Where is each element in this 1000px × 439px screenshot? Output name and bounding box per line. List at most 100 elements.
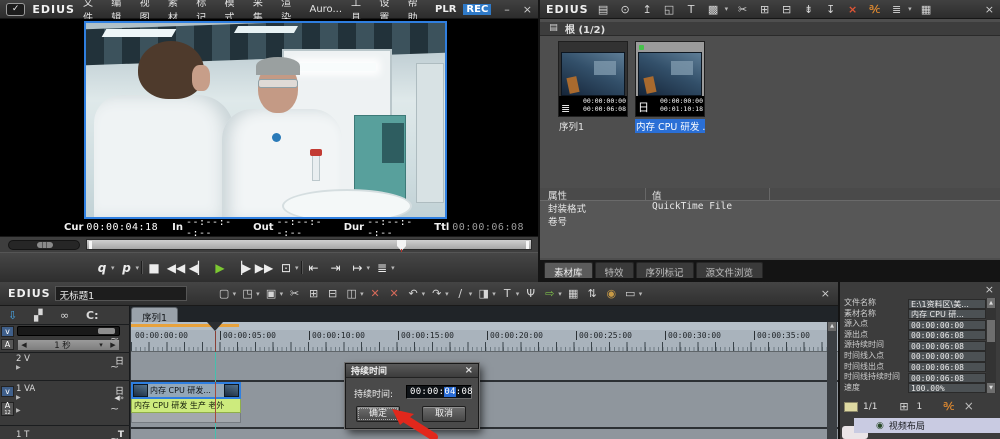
property-row[interactable]: 卷号: [540, 214, 1000, 227]
open-project-icon[interactable]: ◳: [240, 285, 255, 302]
chevron-down-icon[interactable]: ▾: [422, 290, 426, 298]
expand-handle-icon[interactable]: ~: [110, 402, 119, 415]
scroll-up-icon[interactable]: ▲: [987, 298, 995, 308]
chevron-down-icon[interactable]: ▾: [639, 290, 643, 298]
info-row[interactable]: 时间线入点00:00:00:00: [844, 351, 986, 362]
chevron-down-icon[interactable]: ▾: [136, 264, 140, 272]
copy-icon[interactable]: ⊞: [306, 285, 321, 302]
info-scrollbar[interactable]: ▲ ▼: [986, 298, 996, 393]
play-in-out-button[interactable]: ↦: [348, 257, 368, 279]
capture-icon[interactable]: ◱: [662, 1, 677, 18]
chevron-down-icon[interactable]: ▾: [95, 341, 107, 349]
chevron-down-icon[interactable]: ▾: [725, 5, 729, 13]
ripple-delete-icon[interactable]: ✕: [368, 285, 383, 302]
dialog-titlebar[interactable]: 持续时间 ×: [346, 364, 478, 378]
save-project-icon[interactable]: ▣: [264, 285, 279, 302]
paste-icon[interactable]: ⊟: [325, 285, 340, 302]
clip-audio-part[interactable]: 内存 CPU 研发 生产 老外: [131, 399, 241, 413]
play-button[interactable]: ▶: [210, 257, 230, 279]
scroll-down-icon[interactable]: ▼: [987, 383, 995, 393]
project-name-field[interactable]: 无标题1: [55, 286, 187, 301]
voice-over-icon[interactable]: Ψ: [523, 285, 538, 302]
track-2v-content[interactable]: [131, 352, 838, 380]
clear-icon[interactable]: ×: [961, 398, 976, 415]
delete-parts-icon[interactable]: ✕: [387, 285, 402, 302]
shuttle-slider[interactable]: [8, 240, 80, 250]
playhead-handle[interactable]: [207, 322, 223, 331]
paste-icon[interactable]: ⊟: [779, 1, 794, 18]
tab-effects[interactable]: 特效: [595, 262, 634, 278]
info-row[interactable]: 时间线持续时间00:00:06:08: [844, 372, 986, 383]
shuttle-thumb[interactable]: [37, 242, 53, 248]
ab-clips-icon[interactable]: ℀: [941, 398, 956, 415]
loop-mode-icon[interactable]: ∞: [60, 309, 69, 322]
set-in-flag-button[interactable]: q: [92, 257, 112, 279]
color-correction-icon[interactable]: ◉: [604, 285, 619, 302]
timeline-clip[interactable]: 内存 CPU 研发... 内存 CPU 研发 生产 老外: [131, 382, 241, 423]
info-row[interactable]: 源出点00:00:06:08: [844, 330, 986, 341]
bin-clip-sequence[interactable]: ≣ 00:00:00:00 00:00:06:08 序列1: [558, 41, 628, 133]
info-row[interactable]: 源持续时间00:00:06:08: [844, 340, 986, 351]
chevron-down-icon[interactable]: ▾: [391, 264, 395, 272]
palette-icon[interactable]: [844, 402, 858, 412]
expand-handle-icon[interactable]: ~: [110, 332, 119, 345]
ab-replace-icon[interactable]: ℀: [867, 1, 882, 18]
title-tool-icon[interactable]: T: [500, 285, 515, 302]
timeline-scale-spinner[interactable]: ◀ 1 秒 ▾ ▶: [17, 339, 120, 351]
delete-icon[interactable]: ×: [845, 1, 860, 18]
new-sequence-icon[interactable]: ▢: [217, 285, 232, 302]
chevron-down-icon[interactable]: ▾: [558, 290, 562, 298]
fast-forward-button[interactable]: ▶▶: [254, 257, 274, 279]
position-bar[interactable]: [86, 239, 532, 250]
clip-label[interactable]: 序列1: [558, 119, 628, 133]
dur-timecode[interactable]: --:--:--:--: [367, 217, 420, 237]
property-column-header[interactable]: 属性: [548, 188, 567, 202]
track-header-1t[interactable]: 1 T T: [16, 430, 104, 439]
undo-icon[interactable]: ↶: [406, 285, 421, 302]
info-close-button[interactable]: ×: [985, 283, 994, 296]
dialog-close-button[interactable]: ×: [465, 365, 473, 376]
ripple-mode-icon[interactable]: ▞: [34, 309, 42, 322]
clip-label-selected[interactable]: 内存 CPU 研发 ...: [635, 119, 705, 133]
scroll-up-icon[interactable]: ▲: [828, 322, 836, 331]
search-icon[interactable]: ⊙: [618, 1, 633, 18]
insert-overwrite-mode-icon[interactable]: ⇩: [8, 309, 17, 322]
timeline-ruler[interactable]: 00:00:00:00 00:00:05:00 00:00:10:00 00:0…: [131, 322, 838, 352]
player-minimize-button[interactable]: –: [504, 3, 510, 16]
title-clip-icon[interactable]: T: [684, 1, 699, 18]
chevron-down-icon[interactable]: ▾: [233, 290, 237, 298]
tab-source-browser[interactable]: 源文件浏览: [696, 262, 764, 278]
duration-input[interactable]: 00:00:04:08: [406, 385, 472, 399]
column-divider[interactable]: [768, 188, 769, 200]
bin-clip-video-selected[interactable]: 日 00:00:00:00 00:01:10:18 内存 CPU 研发 ...: [635, 41, 705, 133]
clip-video-part-selected[interactable]: 内存 CPU 研发...: [131, 382, 241, 399]
chevron-down-icon[interactable]: ▾: [111, 264, 115, 272]
scroll-thumb[interactable]: [987, 320, 995, 342]
audio-patch-button[interactable]: A: [1, 339, 14, 350]
export-button[interactable]: ≣: [372, 257, 392, 279]
info-row[interactable]: 素材名称内存 CPU 研...: [844, 309, 986, 320]
next-frame-button[interactable]: ▕▶: [232, 257, 252, 279]
chevron-down-icon[interactable]: ▾: [469, 290, 473, 298]
expand-handle-icon[interactable]: ~: [110, 360, 119, 373]
set-out-flag-button[interactable]: p: [117, 257, 137, 279]
value-column-header[interactable]: 值: [652, 188, 662, 202]
chevron-down-icon[interactable]: ▾: [908, 5, 912, 13]
copy-icon[interactable]: ⊞: [757, 1, 772, 18]
export-icon[interactable]: ⇨: [542, 285, 557, 302]
player-close-button[interactable]: ×: [523, 3, 532, 16]
va-video-patch-button[interactable]: v: [1, 386, 14, 397]
cut-icon[interactable]: ✂: [735, 1, 750, 18]
device-icon[interactable]: ⊞: [896, 398, 911, 415]
info-row[interactable]: 时间线出点00:00:06:08: [844, 362, 986, 373]
chevron-down-icon[interactable]: ▾: [280, 290, 284, 298]
menu-aurora[interactable]: Auro...: [308, 4, 343, 15]
va-audio-patch-button[interactable]: A 12: [1, 402, 14, 416]
grid-icon[interactable]: ▦: [566, 285, 581, 302]
track-expand-icon[interactable]: ▶: [16, 394, 104, 401]
layout-icon[interactable]: ▭: [623, 285, 638, 302]
track-header-1va[interactable]: 1 VA 日 ▶ ◀» ▶: [16, 384, 104, 414]
tab-sequence-markers[interactable]: 序列标记: [636, 262, 694, 278]
info-row[interactable]: 文件名称E:\1资料区\美...: [844, 298, 986, 309]
bin-folder-header[interactable]: ▤ 根 (1/2): [540, 22, 1000, 36]
